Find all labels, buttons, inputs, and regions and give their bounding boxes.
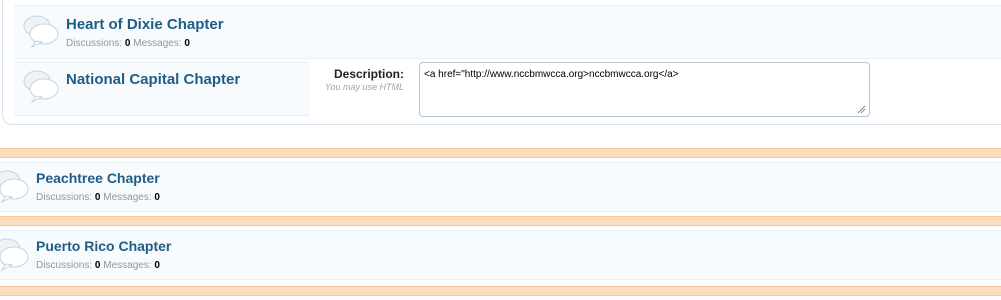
forum-bubble-icon	[0, 170, 29, 204]
forum-bubble-icon	[23, 15, 59, 49]
forum-title-link[interactable]: Heart of Dixie Chapter	[66, 16, 224, 33]
messages-label: Messages:	[103, 192, 152, 203]
category-separator	[0, 148, 1001, 158]
forum-title-link[interactable]: Peachtree Chapter	[36, 170, 160, 186]
discussions-count: 0	[94, 192, 101, 203]
description-hint: You may use HTML	[324, 82, 404, 92]
forum-stats: Discussions: 0 Messages: 0	[36, 192, 160, 203]
description-textarea[interactable]: <a href="http://www.nccbmwcca.org>nccbmw…	[419, 62, 870, 117]
resize-grip-icon[interactable]	[856, 104, 866, 114]
forum-title-link[interactable]: Puerto Rico Chapter	[36, 238, 171, 254]
discussions-count: 0	[124, 38, 131, 49]
description-label: Description:	[333, 67, 404, 81]
forum-bubble-icon	[23, 70, 59, 104]
category-separator	[0, 286, 1001, 296]
discussions-count: 0	[94, 260, 101, 271]
messages-count: 0	[154, 192, 160, 203]
forum-bubble-icon	[0, 238, 29, 272]
messages-label: Messages:	[103, 260, 152, 271]
messages-count: 0	[154, 260, 160, 271]
forum-stats: Discussions: 0 Messages: 0	[36, 260, 160, 271]
category-separator	[0, 216, 1001, 226]
forum-stats: Discussions: 0 Messages: 0	[66, 38, 190, 49]
discussions-label: Discussions:	[36, 192, 93, 203]
forum-title-link[interactable]: National Capital Chapter	[66, 71, 240, 88]
discussions-label: Discussions:	[66, 38, 123, 49]
discussions-label: Discussions:	[36, 260, 93, 271]
messages-label: Messages:	[133, 38, 182, 49]
messages-count: 0	[184, 38, 190, 49]
